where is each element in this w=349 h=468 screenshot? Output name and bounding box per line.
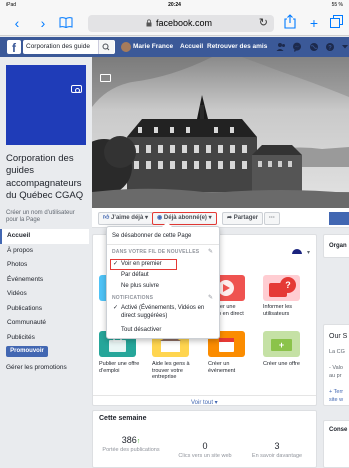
search-value: Corporation des guide — [26, 43, 90, 50]
sidebar-item-about[interactable]: À propos — [0, 244, 89, 259]
notifications-header: NOTIFICATIONS — [112, 295, 154, 301]
follow-options-menu: Se désabonner de cette Page DANS VOTRE F… — [106, 222, 223, 339]
clicks-label: Clics vers un site web — [178, 453, 232, 459]
about-card: Our S La CG - Valo au pr + Terr site w — [323, 324, 349, 406]
up-arrow-icon: ↑ — [136, 438, 141, 445]
news-feed-header: DANS VOTRE FIL DE NOUVELLES — [112, 249, 200, 255]
find-friends-link[interactable]: Retrouver des amis — [207, 43, 267, 50]
divider — [107, 244, 219, 245]
help-icon[interactable]: ? — [325, 42, 335, 52]
tabs-icon[interactable] — [328, 14, 344, 32]
default-item[interactable]: Par défaut — [121, 272, 223, 280]
tile-create-event-label: Créer un événement — [208, 361, 236, 374]
forward-icon[interactable]: › — [35, 14, 51, 32]
search-button[interactable] — [98, 40, 114, 54]
learn-more-value: 3 — [274, 441, 280, 451]
thumbs-up-icon: 👍︎ — [103, 215, 110, 221]
messenger-icon[interactable] — [292, 42, 302, 52]
page-sidebar: Corporation des guides accompagnateurs d… — [0, 57, 89, 468]
address-bar[interactable]: facebook.com ↻ — [88, 15, 274, 32]
bookmarks-icon[interactable] — [58, 14, 74, 32]
notifications-globe-icon[interactable] — [309, 42, 319, 52]
create-username-link[interactable]: Créer un nom d’utilisateur pour la Page — [6, 210, 88, 224]
sidebar-item-community[interactable]: Communauté — [0, 316, 89, 331]
disable-all-item[interactable]: Tout désactiver — [121, 327, 223, 335]
cover-photo[interactable] — [92, 57, 349, 208]
ios-status-bar: iPad 20:24 55 % — [0, 0, 349, 10]
svg-text:+: + — [279, 340, 284, 350]
search-icon — [102, 43, 110, 51]
promote-button[interactable]: Promouvoir — [6, 346, 48, 357]
divider — [93, 395, 316, 396]
friend-requests-icon[interactable] — [276, 42, 286, 52]
tile-create-offer-label: Créer une offre — [263, 361, 300, 367]
check-icon: ✓ — [113, 305, 119, 311]
back-icon[interactable]: ‹ — [9, 14, 25, 32]
svg-text:?: ? — [285, 280, 291, 290]
clock: 20:24 — [168, 2, 181, 8]
chevron-down-icon[interactable]: ▾ — [307, 249, 310, 256]
primary-action-button[interactable] — [329, 212, 349, 225]
sidebar-item-posts[interactable]: Publications — [0, 302, 89, 317]
new-tab-icon[interactable]: + — [306, 14, 322, 32]
avatar[interactable] — [121, 42, 131, 52]
clicks-value: 0 — [202, 441, 208, 451]
see-all-link[interactable]: Voir tout ▾ — [191, 399, 218, 406]
manage-promotions-link[interactable]: Gérer les promotions — [6, 364, 67, 371]
lock-icon — [146, 19, 152, 27]
facebook-top-bar: f Corporation des guide Marie France Acc… — [0, 37, 349, 57]
pencil-icon[interactable]: ✎ — [208, 294, 213, 301]
reach-value: 386↑ — [121, 435, 141, 445]
pencil-icon[interactable]: ✎ — [208, 248, 213, 255]
page-profile-picture[interactable] — [6, 65, 86, 145]
sidebar-item-events[interactable]: Événements — [0, 273, 89, 288]
svg-text:?: ? — [328, 45, 332, 51]
sidebar-item-ads[interactable]: Publicités — [0, 331, 89, 346]
unfollow-feed-item[interactable]: Ne plus suivre — [121, 283, 223, 291]
facebook-logo[interactable]: f — [7, 40, 21, 55]
page-action-bar: 👍︎ J’aime déjà ▾ ◉ Déjà abonné(e) ▾ ➦ Pa… — [92, 208, 349, 228]
menu-caret — [162, 222, 172, 227]
unfollow-page-item[interactable]: Se désabonner de cette Page — [112, 233, 214, 241]
rss-icon: ◉ — [157, 215, 163, 221]
more-button[interactable]: ··· — [264, 212, 280, 225]
this-week-title: Cette semaine — [99, 415, 147, 422]
share-arrow-icon: ➦ — [227, 215, 233, 221]
this-week-card: Cette semaine 386↑ Portée des publicatio… — [92, 410, 317, 468]
org-card: Organ — [323, 234, 349, 258]
sidebar-item-videos[interactable]: Vidéos — [0, 287, 89, 302]
battery-level: 55 % — [331, 2, 343, 8]
share-button[interactable]: ➦ Partager — [222, 212, 264, 225]
home-link[interactable]: Accueil — [180, 43, 203, 50]
browser-toolbar: ‹ › facebook.com ↻ + — [0, 10, 349, 36]
sidebar-item-home[interactable]: Accueil — [0, 229, 89, 244]
tile-create-offer[interactable]: + — [263, 331, 300, 357]
share-icon[interactable] — [282, 14, 298, 32]
right-column: Organ Our S La CG - Valo au pr + Terr si… — [323, 228, 349, 468]
reach-label: Portée des publications — [102, 447, 160, 453]
video-camera-icon[interactable] — [100, 74, 111, 82]
like-button[interactable]: 👍︎ J’aime déjà ▾ — [98, 212, 153, 225]
user-name-link[interactable]: Marie France — [133, 43, 173, 50]
tips-card: Conse — [323, 420, 349, 468]
tile-inform-users-label: Informer les utilisateurs — [263, 304, 293, 317]
sidebar-item-photos[interactable]: Photos — [0, 258, 89, 273]
account-menu-icon[interactable] — [340, 42, 349, 52]
reload-icon[interactable]: ↻ — [259, 16, 268, 29]
tile-job-offer-label: Publier une offre d’emploi — [99, 361, 140, 374]
tile-inform-users[interactable]: ? — [263, 275, 300, 301]
tile-find-business-label: Aide les gens à trouver votre entreprise — [152, 361, 190, 380]
camera-icon[interactable] — [71, 85, 82, 93]
flag-icon — [292, 249, 302, 259]
check-icon: ✓ — [113, 261, 119, 267]
cover-image — [92, 57, 349, 208]
learn-more-label: En savoir davantage — [251, 453, 303, 459]
page-title[interactable]: Corporation des guides accompagnateurs d… — [6, 153, 88, 203]
page-nav: Accueil À propos Photos Événements Vidéo… — [0, 229, 89, 345]
url-text: facebook.com — [156, 18, 213, 28]
